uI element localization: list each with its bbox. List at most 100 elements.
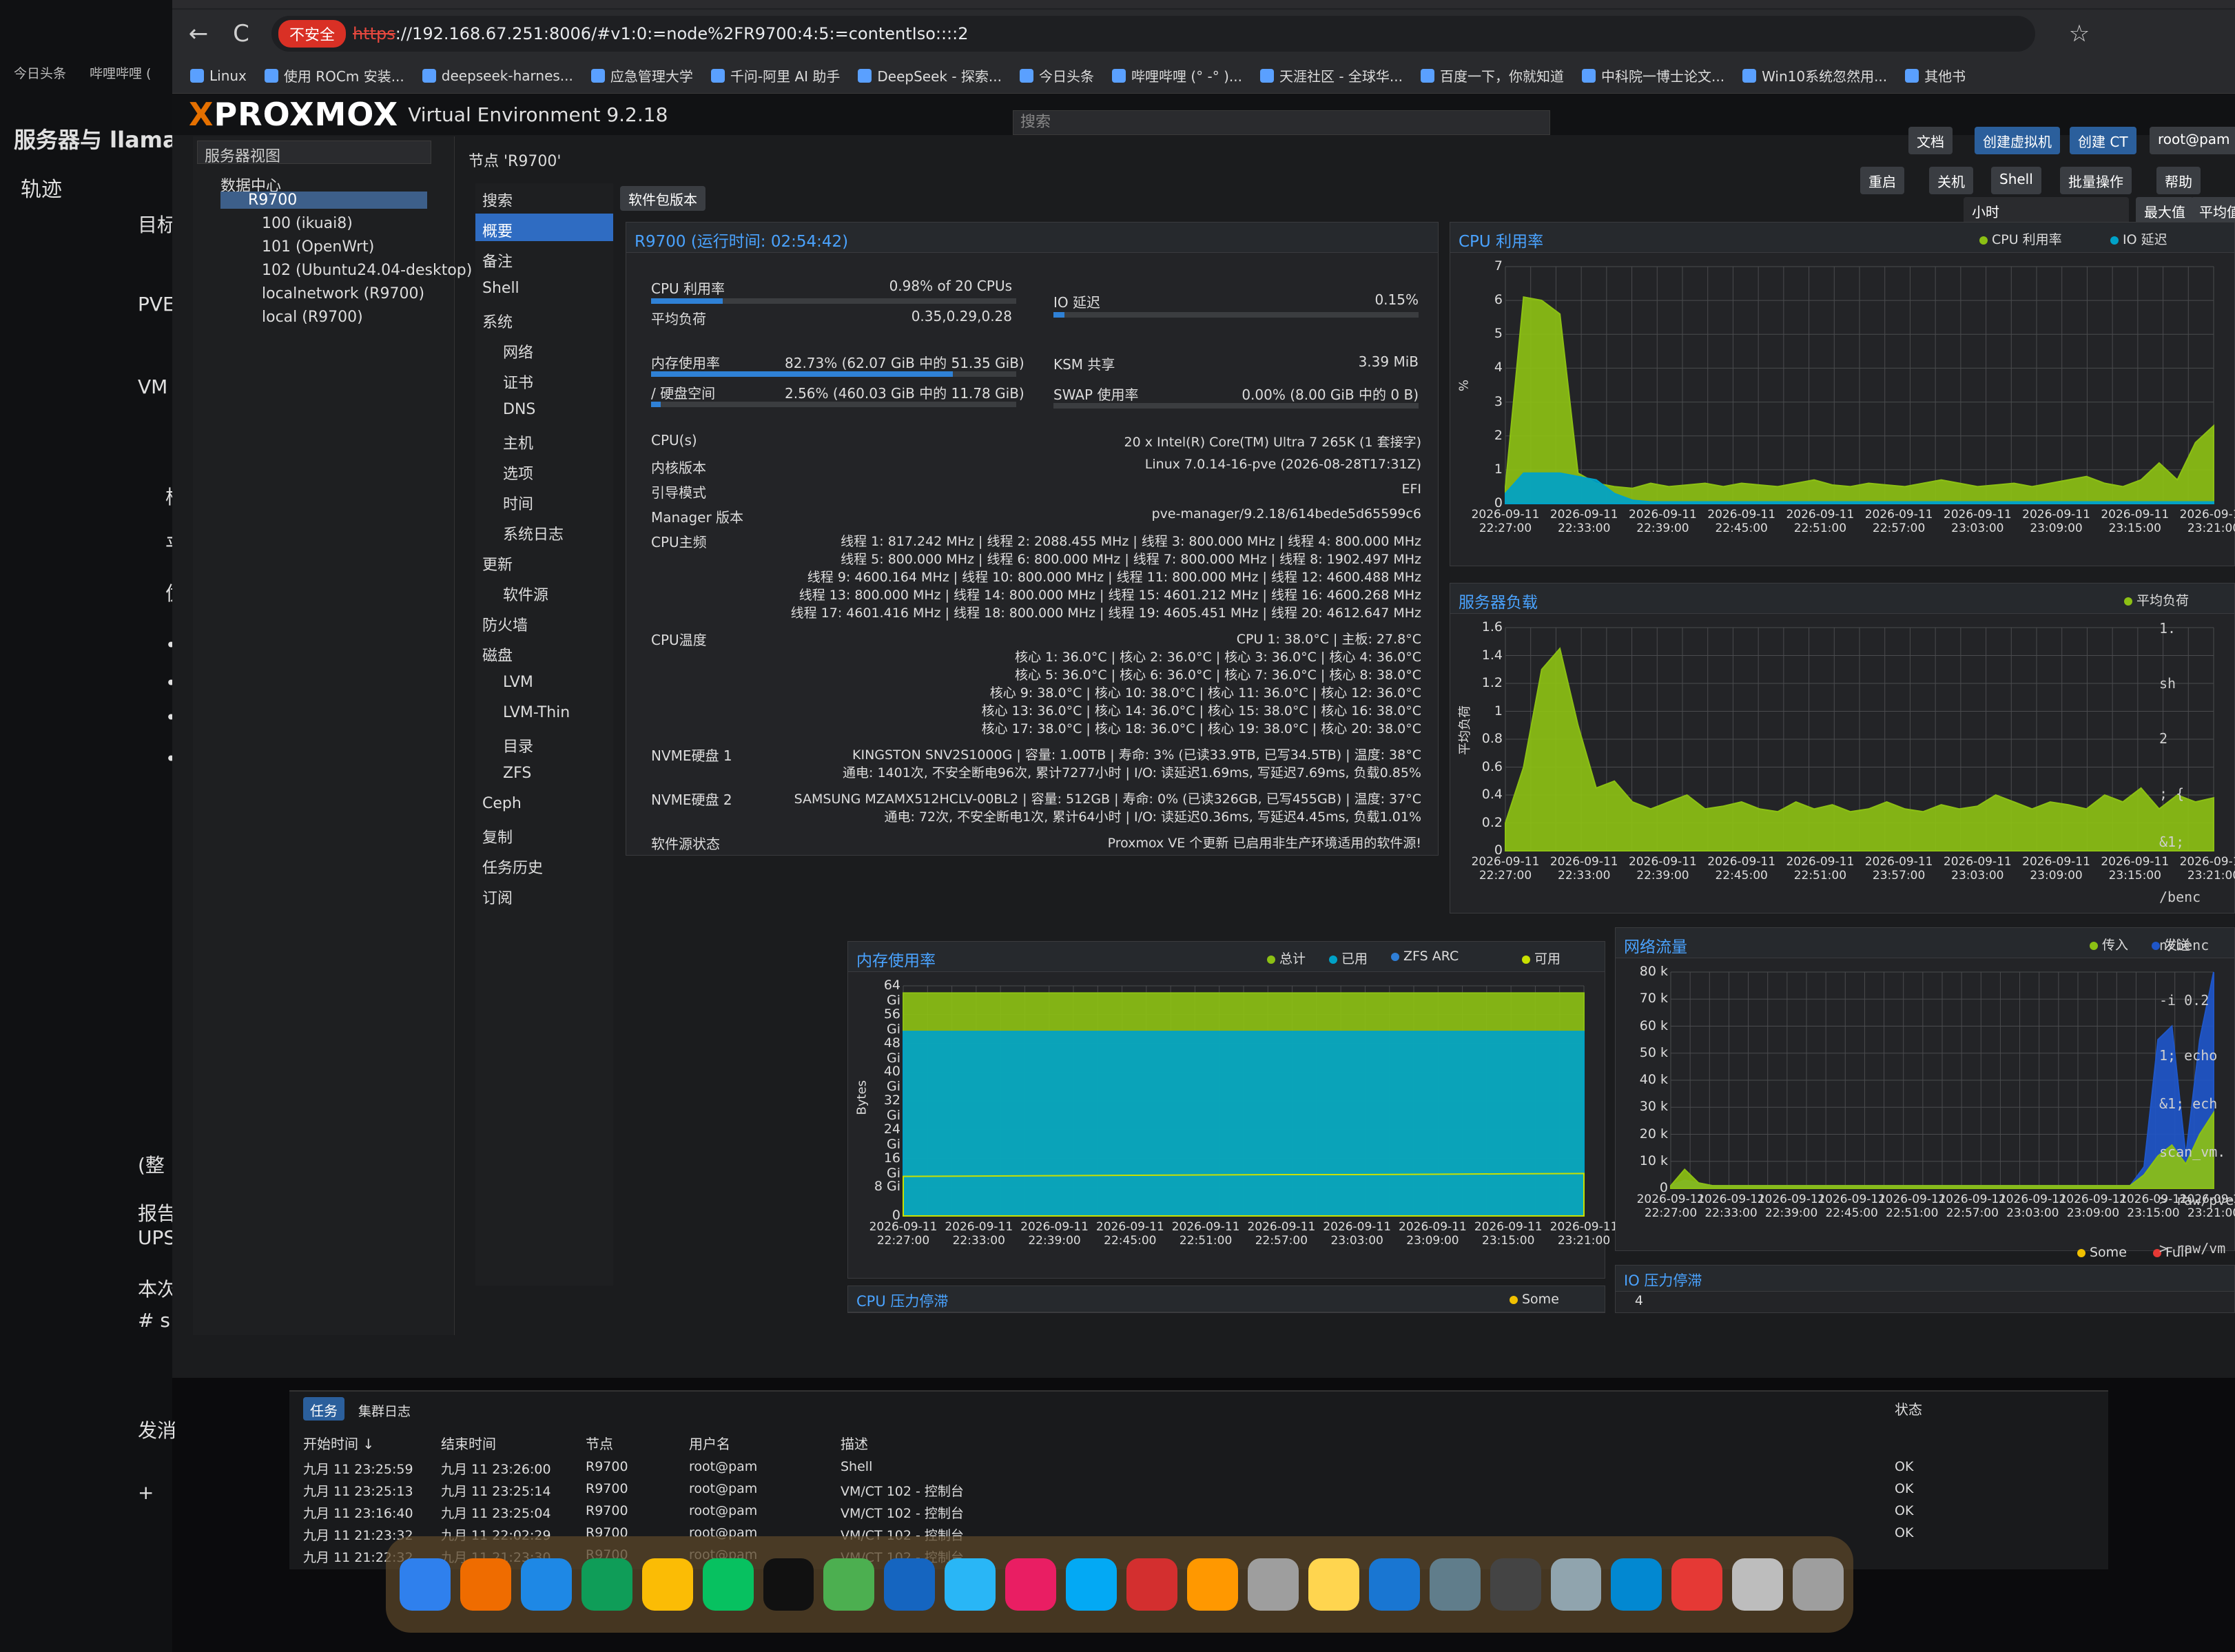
not-secure-badge[interactable]: 不安全 bbox=[278, 20, 347, 48]
bookmark-item[interactable]: Win10系统忽然用... bbox=[1742, 65, 1887, 85]
dock-app-icon[interactable] bbox=[1186, 1558, 1238, 1611]
task-column-header[interactable]: 节点 bbox=[586, 1433, 613, 1453]
task-cell[interactable]: R9700 bbox=[586, 1503, 628, 1518]
io-pressure-legend-some[interactable]: Some bbox=[2077, 1245, 2127, 1260]
dock-app-icon[interactable] bbox=[520, 1558, 572, 1611]
doc-tab[interactable]: 哔哩哔哩 ( bbox=[90, 63, 151, 82]
task-cell[interactable]: VM/CT 102 - 控制台 bbox=[841, 1503, 964, 1522]
task-column-header[interactable]: 结束时间 bbox=[441, 1433, 496, 1453]
dock-app-icon[interactable] bbox=[823, 1558, 875, 1611]
bookmark-item[interactable]: 天涯社区 - 全球华... bbox=[1259, 65, 1403, 85]
nav-item[interactable]: 复制 bbox=[475, 820, 613, 847]
nav-item[interactable]: 更新 bbox=[475, 547, 613, 575]
tree-network[interactable]: localnetwork (R9700) bbox=[262, 285, 424, 302]
tree-node-r9700[interactable]: R9700 bbox=[220, 192, 427, 209]
nav-item[interactable]: DNS bbox=[475, 395, 613, 423]
task-cell[interactable]: root@pam bbox=[689, 1459, 757, 1474]
dock-app-icon[interactable] bbox=[1490, 1558, 1541, 1611]
task-column-header[interactable]: 开始时间 ↓ bbox=[303, 1433, 374, 1453]
bookmark-item[interactable]: 应急管理大学 bbox=[590, 65, 693, 85]
tab-cluster-log[interactable]: 集群日志 bbox=[358, 1401, 411, 1420]
dock-app-icon[interactable] bbox=[702, 1558, 754, 1611]
dock-app-icon[interactable] bbox=[641, 1558, 693, 1611]
dock-app-icon[interactable] bbox=[1368, 1558, 1420, 1611]
star-icon[interactable]: ☆ bbox=[2063, 17, 2096, 50]
task-cell[interactable]: root@pam bbox=[689, 1481, 757, 1496]
nav-item[interactable]: 订阅 bbox=[475, 880, 613, 908]
nav-item[interactable]: Shell bbox=[475, 274, 613, 302]
package-versions-button[interactable]: 软件包版本 bbox=[620, 186, 705, 211]
task-cell[interactable]: R9700 bbox=[586, 1459, 628, 1474]
dock-app-icon[interactable] bbox=[1005, 1558, 1057, 1611]
nav-item[interactable]: 证书 bbox=[475, 365, 613, 393]
task-column-header[interactable]: 状态 bbox=[1895, 1398, 1922, 1418]
task-cell[interactable]: root@pam bbox=[689, 1503, 757, 1518]
dock-app-icon[interactable] bbox=[1732, 1558, 1784, 1611]
nav-item[interactable]: 磁盘 bbox=[475, 638, 613, 665]
bookmark-item[interactable]: 其他书 bbox=[1905, 65, 1966, 85]
nav-item[interactable]: 备注 bbox=[475, 244, 613, 271]
dock-app-icon[interactable] bbox=[1429, 1558, 1481, 1611]
bookmark-item[interactable]: Linux bbox=[190, 68, 247, 84]
nav-item[interactable]: 时间 bbox=[475, 486, 613, 514]
nav-item[interactable]: LVM-Thin bbox=[475, 699, 613, 726]
reload-icon[interactable]: C bbox=[225, 17, 258, 50]
doc-tab[interactable]: 今日头条 bbox=[14, 63, 66, 82]
nav-item[interactable]: 防火墙 bbox=[475, 608, 613, 635]
dock-app-icon[interactable] bbox=[1308, 1558, 1359, 1611]
nav-item[interactable]: LVM bbox=[475, 668, 613, 696]
task-column-header[interactable]: 描述 bbox=[841, 1433, 868, 1453]
nav-item[interactable]: 主机 bbox=[475, 426, 613, 453]
task-cell[interactable]: OK bbox=[1895, 1503, 1913, 1518]
bookmark-item[interactable]: 中科院一博士论文... bbox=[1581, 65, 1724, 85]
docs-button[interactable]: 文档 bbox=[1908, 127, 1953, 154]
tree-vm-100[interactable]: 100 (ikuai8) bbox=[262, 215, 353, 232]
dock-app-icon[interactable] bbox=[884, 1558, 936, 1611]
dock-app-icon[interactable] bbox=[1126, 1558, 1177, 1611]
nav-item[interactable]: 任务历史 bbox=[475, 850, 613, 878]
dock-app-icon[interactable] bbox=[763, 1558, 814, 1611]
nav-item[interactable]: 系统日志 bbox=[475, 517, 613, 544]
task-cell[interactable]: OK bbox=[1895, 1459, 1913, 1474]
dock-app-icon[interactable] bbox=[945, 1558, 996, 1611]
bookmark-item[interactable]: 哔哩哔哩 (° -° )... bbox=[1112, 65, 1242, 85]
create-vm-button[interactable]: 创建虚拟机 bbox=[1975, 127, 2060, 154]
user-menu-button[interactable]: root@pam bbox=[2150, 127, 2235, 154]
bookmark-item[interactable]: 千问-阿里 AI 助手 bbox=[710, 65, 840, 85]
dock-app-icon[interactable] bbox=[400, 1558, 451, 1611]
tree-storage-local[interactable]: local (R9700) bbox=[262, 309, 363, 326]
tree-vm-102[interactable]: 102 (Ubuntu24.04-desktop) bbox=[262, 262, 472, 279]
task-cell[interactable]: VM/CT 102 - 控制台 bbox=[841, 1481, 964, 1500]
nav-item[interactable]: 系统 bbox=[475, 304, 613, 332]
bookmark-item[interactable]: 百度一下，你就知道 bbox=[1420, 65, 1564, 85]
task-cell[interactable]: Shell bbox=[841, 1459, 872, 1474]
tree-vm-101[interactable]: 101 (OpenWrt) bbox=[262, 238, 374, 256]
dock-app-icon[interactable] bbox=[1066, 1558, 1118, 1611]
nav-item[interactable]: 目录 bbox=[475, 729, 613, 756]
nav-item[interactable]: 软件源 bbox=[475, 577, 613, 605]
tab-tasks[interactable]: 任务 bbox=[303, 1397, 344, 1421]
bookmark-item[interactable]: 使用 ROCm 安装... bbox=[264, 65, 404, 85]
bookmark-item[interactable]: deepseek-harnes... bbox=[422, 68, 573, 84]
dock-app-icon[interactable] bbox=[1793, 1558, 1844, 1611]
nav-item[interactable]: 概要 bbox=[475, 214, 613, 241]
global-search-input[interactable]: 搜索 bbox=[1013, 110, 1550, 135]
task-cell[interactable]: 九月 11 23:25:04 bbox=[441, 1503, 551, 1522]
view-selector[interactable]: 服务器视图 bbox=[197, 141, 431, 165]
dock-app-icon[interactable] bbox=[1550, 1558, 1602, 1611]
bookmark-item[interactable]: 今日头条 bbox=[1020, 65, 1094, 85]
back-icon[interactable]: ← bbox=[182, 17, 215, 50]
nav-item[interactable]: ZFS bbox=[475, 759, 613, 787]
task-cell[interactable]: R9700 bbox=[586, 1481, 628, 1496]
task-cell[interactable]: OK bbox=[1895, 1481, 1913, 1496]
cpu-pressure-legend[interactable]: Some bbox=[1510, 1292, 1559, 1307]
task-cell[interactable]: 九月 11 23:26:00 bbox=[441, 1459, 551, 1478]
dock-app-icon[interactable] bbox=[1247, 1558, 1299, 1611]
nav-item[interactable]: 网络 bbox=[475, 335, 613, 362]
task-cell[interactable]: 九月 11 23:25:13 bbox=[303, 1481, 413, 1500]
nav-item[interactable]: Ceph bbox=[475, 789, 613, 817]
task-column-header[interactable]: 用户名 bbox=[689, 1433, 730, 1453]
dock-app-icon[interactable] bbox=[460, 1558, 511, 1611]
dock-app-icon[interactable] bbox=[1611, 1558, 1662, 1611]
task-cell[interactable]: OK bbox=[1895, 1525, 1913, 1540]
